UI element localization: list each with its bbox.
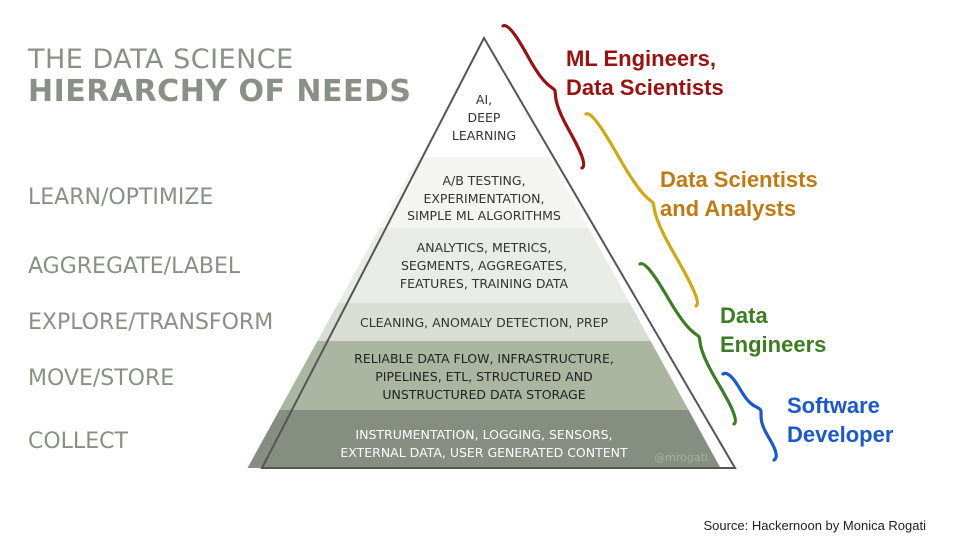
role-label-line: ML Engineers, [566, 46, 716, 71]
role-label-line: Data [720, 303, 768, 328]
pyramid-tier-text: UNSTRUCTURED DATA STORAGE [382, 387, 585, 402]
curly-brace-icon [721, 371, 778, 462]
pyramid-tier-text: DEEP [468, 110, 501, 125]
hierarchy-diagram: AI, DEEP LEARNING A/B TESTING, EXPERIMENTATI… [247, 24, 778, 469]
pyramid-tier-text: A/B TESTING, [442, 173, 525, 188]
pyramid-tier-text: ANALYTICS, METRICS, [417, 240, 552, 255]
role-label-line: Software [787, 393, 880, 418]
role-label-software-developer: Software Developer [787, 391, 893, 449]
pyramid-tier-text: INSTRUMENTATION, LOGGING, SENSORS, [355, 427, 612, 442]
pyramid-tier-text: LEARNING [452, 128, 516, 143]
role-label-data-scientists-analysts: Data Scientists and Analysts [660, 165, 818, 223]
pyramid-tier-text: EXPERIMENTATION, [423, 191, 544, 206]
pyramid-tier-text: PIPELINES, ETL, STRUCTURED AND [375, 369, 593, 384]
watermark: @mrogati [654, 451, 708, 464]
source-credit: Source: Hackernoon by Monica Rogati [703, 518, 926, 533]
role-label-data-engineers: Data Engineers [720, 301, 826, 359]
role-label-line: Data Scientists [566, 75, 724, 100]
pyramid-tier-text: SEGMENTS, AGGREGATES, [401, 258, 567, 273]
role-label-line: Developer [787, 422, 894, 447]
pyramid-tier-text: SIMPLE ML ALGORITHMS [407, 208, 561, 223]
pyramid-tier-text: FEATURES, TRAINING DATA [400, 276, 569, 291]
role-label-line: Engineers [720, 332, 827, 357]
pyramid-tier-text: RELIABLE DATA FLOW, INFRASTRUCTURE, [354, 351, 614, 366]
role-label-line: and Analysts [660, 196, 797, 221]
pyramid-tier-text: AI, [476, 92, 492, 107]
role-label-line: Data Scientists [660, 167, 818, 192]
pyramid-tier-text: EXTERNAL DATA, USER GENERATED CONTENT [340, 445, 628, 460]
role-label-ml-engineers: ML Engineers, Data Scientists [566, 44, 724, 102]
pyramid-tier-text: CLEANING, ANOMALY DETECTION, PREP [360, 315, 609, 330]
